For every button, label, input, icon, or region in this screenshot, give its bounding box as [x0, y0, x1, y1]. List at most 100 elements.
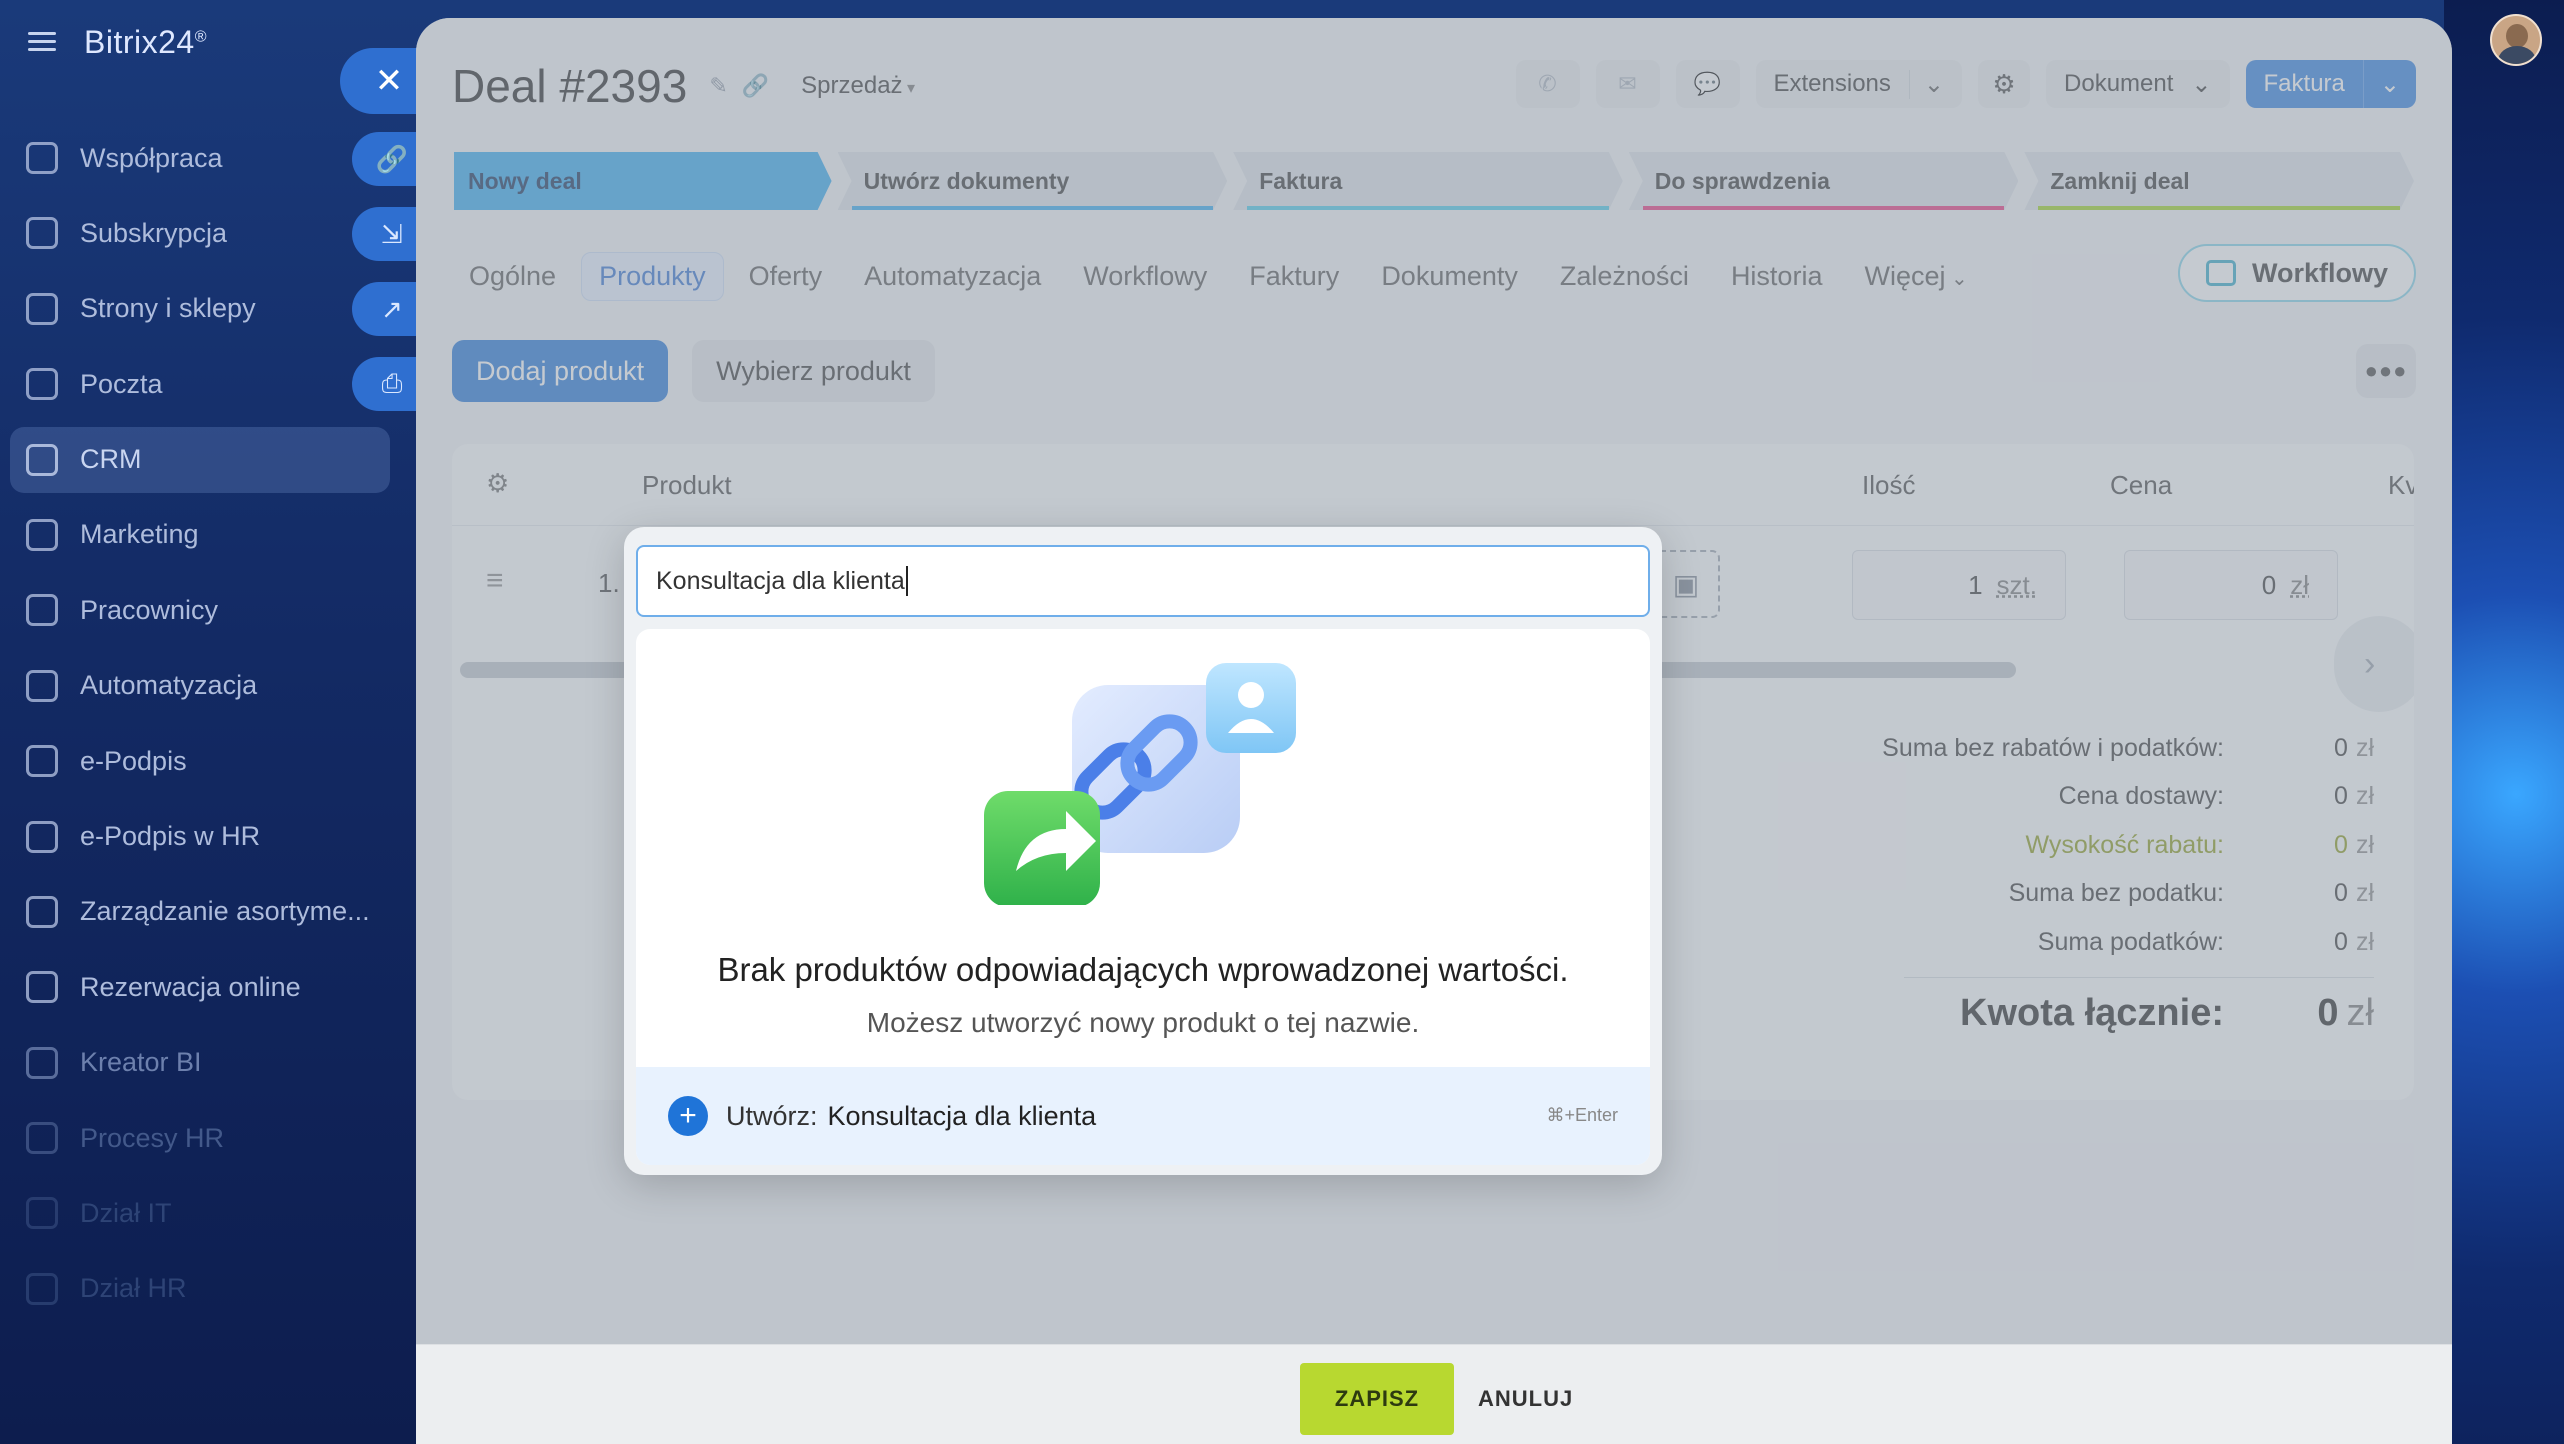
document-button[interactable]: Dokument ⌄: [2046, 60, 2230, 108]
quantity-field[interactable]: 1 szt.: [1852, 550, 2066, 620]
bi-icon: [26, 1046, 58, 1079]
booking-icon: [26, 971, 58, 1004]
sidebar-item[interactable]: Kreator BI: [10, 1030, 390, 1096]
stage-2[interactable]: Faktura: [1233, 152, 1623, 210]
image-placeholder-icon[interactable]: ▣: [1652, 550, 1720, 618]
sidebar-item[interactable]: Pracownicy: [10, 577, 390, 643]
sidebar-item[interactable]: Poczta: [10, 351, 390, 417]
sidebar-item-label: Pracownicy: [80, 594, 219, 625]
email-icon[interactable]: ✉: [1595, 60, 1660, 108]
chevron-down-icon: ⌄: [2191, 70, 2212, 98]
totals-value: 0: [2334, 879, 2348, 908]
background-decoration: [2444, 0, 2564, 1444]
sidebar-item-label: Strony i sklepy: [80, 293, 256, 324]
sidebar-item[interactable]: Dział IT: [10, 1180, 390, 1246]
tab-5[interactable]: Faktury: [1232, 253, 1356, 300]
stage-label: Utwórz dokumenty: [863, 167, 1070, 194]
invoice-button[interactable]: Faktura ⌄: [2245, 60, 2416, 108]
search-results: Brak produktów odpowiadających wprowadzo…: [636, 629, 1650, 1165]
stage-label: Zamknij deal: [2050, 167, 2190, 194]
tab-3[interactable]: Automatyzacja: [847, 253, 1058, 300]
sidebar-item[interactable]: Współpraca: [10, 125, 390, 191]
workflow-button[interactable]: Workflowy: [2177, 244, 2416, 302]
tab-9[interactable]: Więcej: [1847, 253, 1984, 300]
grand-total-value: 0: [2317, 991, 2339, 1034]
select-product-button[interactable]: Wybierz produkt: [692, 340, 935, 402]
phone-icon[interactable]: ✆: [1515, 60, 1580, 108]
tab-0[interactable]: Ogólne: [452, 253, 573, 300]
totals-row: Wysokość rabatu: 0 zł: [1654, 821, 2374, 870]
tab-8[interactable]: Historia: [1714, 253, 1840, 300]
sidebar-item[interactable]: e-Podpis: [10, 728, 390, 794]
inventory-icon: [26, 895, 58, 928]
stage-label: Faktura: [1259, 167, 1343, 194]
sidebar-item[interactable]: Procesy HR: [10, 1105, 390, 1171]
totals-currency: zł: [2355, 879, 2374, 908]
save-button[interactable]: ZAPISZ: [1300, 1363, 1454, 1435]
brand-logo[interactable]: Bitrix24®: [84, 24, 207, 61]
link-icon[interactable]: 🔗: [742, 73, 769, 99]
tab-1[interactable]: Produkty: [581, 251, 724, 301]
settings-gear-icon[interactable]: ⚙: [1978, 60, 2031, 108]
automation-icon: [26, 669, 58, 702]
chevron-down-icon[interactable]: ⌄: [1908, 69, 1944, 99]
table-header-row: ⚙ Produkt Ilość Cena Kv: [452, 444, 2414, 526]
totals-row: Suma bez rabatów i podatków: 0 zł: [1654, 724, 2374, 773]
tab-6[interactable]: Dokumenty: [1364, 253, 1535, 300]
column-header-product: Produkt: [642, 470, 732, 500]
totals-label: Wysokość rabatu:: [2025, 830, 2224, 859]
sidebar-item[interactable]: Zarządzanie asortyme...: [10, 879, 390, 945]
product-search-input[interactable]: Konsultacja dla klienta: [636, 545, 1650, 617]
table-settings-gear-icon[interactable]: ⚙: [486, 468, 509, 499]
stage-3[interactable]: Do sprawdzenia: [1629, 152, 2019, 210]
sidebar-item-label: e-Podpis: [80, 745, 187, 776]
sidebar-item[interactable]: Marketing: [10, 502, 390, 568]
row-index: 1.: [598, 568, 620, 598]
sidebar-item[interactable]: Automatyzacja: [10, 653, 390, 719]
sidebar-item[interactable]: CRM: [10, 426, 390, 493]
hr-icon: [26, 1272, 58, 1305]
stage-4[interactable]: Zamknij deal: [2024, 152, 2414, 210]
deal-tabs: Ogólne Produkty Oferty Automatyzacja Workflo…: [452, 248, 1985, 304]
mail-icon: [26, 368, 58, 401]
tab-7[interactable]: Zależności: [1543, 253, 1706, 300]
tab-2[interactable]: Oferty: [732, 253, 840, 300]
price-field[interactable]: 0 zł: [2124, 550, 2338, 620]
hamburger-menu-icon[interactable]: [28, 32, 56, 52]
hr-signature-icon: [26, 820, 58, 853]
tab-4[interactable]: Workflowy: [1066, 253, 1224, 300]
add-product-button[interactable]: Dodaj produkt: [452, 340, 669, 402]
stage-0[interactable]: Nowy deal: [454, 152, 832, 210]
unit-selector[interactable]: szt.: [1997, 570, 2037, 601]
more-options-icon[interactable]: ●●●: [2356, 344, 2416, 398]
sidebar-item-label: Dział HR: [80, 1273, 187, 1304]
it-icon: [26, 1197, 58, 1230]
sidebar-item-label: Poczta: [80, 368, 163, 399]
workflow-icon: [2205, 260, 2236, 286]
create-product-option[interactable]: + Utwórz: Konsultacja dla klienta ⌘+Ente…: [636, 1067, 1650, 1165]
totals-row: Suma podatków: 0 zł: [1654, 918, 2374, 967]
deal-stages: Nowy deal Utwórz dokumenty Faktura Do spraw…: [454, 152, 2414, 210]
sidebar-item-label: Procesy HR: [80, 1122, 225, 1153]
edit-pencil-icon[interactable]: ✎: [709, 73, 727, 99]
stage-color-bar: [1247, 206, 1609, 210]
chevron-down-icon[interactable]: ⌄: [2362, 60, 2416, 108]
sidebar-item-label: Zarządzanie asortyme...: [80, 896, 370, 927]
cancel-button[interactable]: ANULUJ: [1478, 1363, 1573, 1435]
user-avatar[interactable]: [2490, 14, 2542, 66]
extensions-button[interactable]: Extensions ⌄: [1755, 60, 1963, 108]
sidebar-item[interactable]: e-Podpis w HR: [10, 804, 390, 870]
footer-bar: ZAPISZ ANULUJ: [416, 1344, 2452, 1444]
pipeline-selector[interactable]: Sprzedaż: [801, 72, 915, 100]
scroll-right-icon[interactable]: ›: [2334, 616, 2414, 712]
sidebar-item[interactable]: Strony i sklepy: [10, 276, 390, 342]
column-header-qty: Ilość: [1862, 470, 1916, 500]
product-search-popup: Konsultacja dla klienta Brak produktów o…: [624, 527, 1662, 1175]
sidebar-item[interactable]: Subskrypcja: [10, 200, 390, 266]
sidebar-item[interactable]: Rezerwacja online: [10, 954, 390, 1020]
chat-icon[interactable]: 💬: [1675, 60, 1740, 108]
crm-icon: [26, 443, 58, 476]
drag-handle-icon[interactable]: ≡: [486, 564, 504, 598]
stage-1[interactable]: Utwórz dokumenty: [838, 152, 1228, 210]
sidebar-item[interactable]: Dział HR: [10, 1256, 390, 1322]
